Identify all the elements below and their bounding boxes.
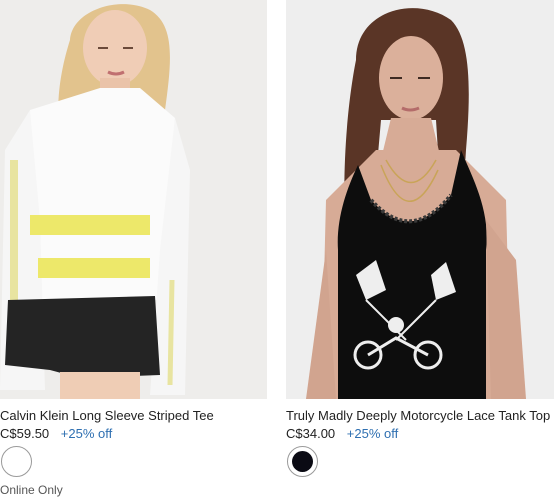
color-swatch[interactable] [1,446,32,477]
availability-label: Online Only [0,483,63,497]
product-photo-model-black-tank [286,0,554,399]
swatch-color-dot [292,451,313,472]
promo-label: +25% off [60,426,113,441]
product-title[interactable]: Truly Madly Deeply Motorcycle Lace Tank … [286,408,554,424]
product-image[interactable] [0,0,267,399]
product-price: C$34.00 [286,426,336,441]
product-card: Calvin Klein Long Sleeve Striped Tee C$5… [0,0,267,497]
product-price: C$59.50 [0,426,50,441]
price-row: C$59.50 +25% off [0,426,267,442]
product-image[interactable] [286,0,554,399]
price-row: C$34.00 +25% off [286,426,554,442]
color-swatch[interactable] [287,446,318,477]
product-photo-model-white-tee [0,0,267,399]
product-card: Truly Madly Deeply Motorcycle Lace Tank … [286,0,554,477]
promo-label: +25% off [346,426,399,441]
swatch-color-dot [6,451,27,472]
product-title[interactable]: Calvin Klein Long Sleeve Striped Tee [0,408,267,424]
